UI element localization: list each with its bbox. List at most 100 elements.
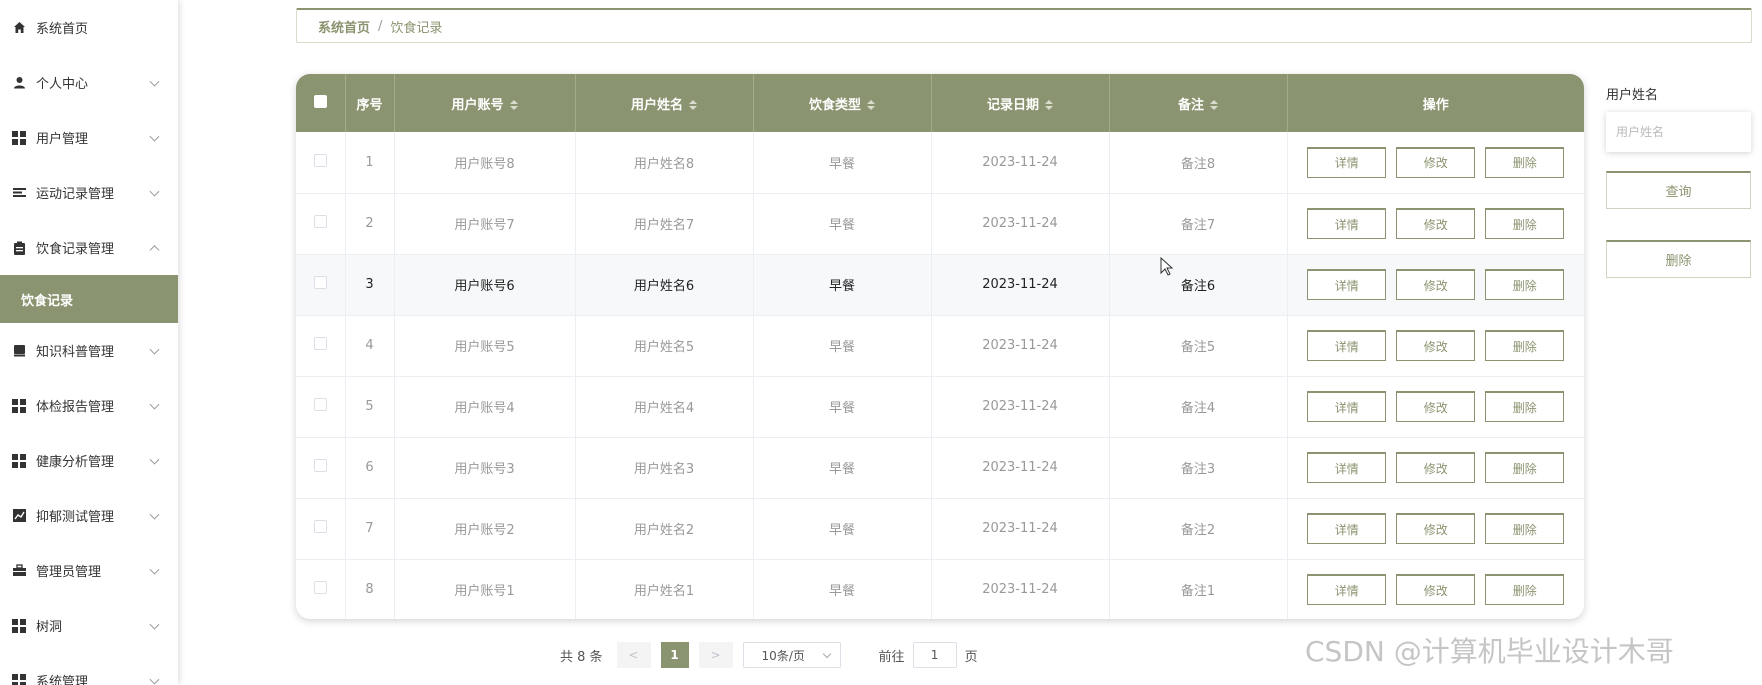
row-checkbox-cell[interactable]	[296, 193, 346, 254]
row-checkbox[interactable]	[313, 459, 327, 472]
row-checkbox-cell[interactable]	[296, 132, 346, 193]
sidebar-item-treehole[interactable]: 树洞	[0, 598, 178, 653]
edit-button[interactable]: 修改	[1396, 208, 1476, 239]
query-button[interactable]: 查询	[1606, 171, 1751, 209]
header-note[interactable]: 备注	[1109, 74, 1288, 132]
prev-page-button[interactable]: <	[616, 642, 651, 668]
detail-button[interactable]: 详情	[1307, 330, 1387, 361]
edit-button[interactable]: 修改	[1396, 269, 1476, 300]
row-checkbox[interactable]	[313, 581, 327, 594]
sort-icon[interactable]	[1210, 100, 1218, 110]
detail-button[interactable]: 详情	[1307, 391, 1387, 422]
row-checkbox[interactable]	[313, 215, 327, 228]
row-checkbox[interactable]	[313, 337, 327, 350]
sort-icon[interactable]	[689, 100, 697, 110]
edit-button[interactable]: 修改	[1396, 452, 1476, 483]
cell-date: 2023-11-24	[931, 498, 1110, 559]
cell-note: 备注8	[1109, 132, 1288, 193]
sort-icon[interactable]	[509, 100, 518, 110]
detail-button[interactable]: 详情	[1307, 146, 1387, 178]
delete-button[interactable]: 删除	[1485, 330, 1565, 361]
row-checkbox-cell[interactable]	[296, 315, 346, 376]
sidebar-item-users[interactable]: 用户管理	[0, 110, 178, 165]
edit-button[interactable]: 修改	[1396, 574, 1476, 605]
cell-account: 用户账号7	[394, 193, 576, 254]
row-checkbox[interactable]	[313, 276, 327, 289]
detail-button[interactable]: 详情	[1307, 269, 1387, 300]
chevron-down-icon	[822, 649, 831, 659]
cell-account: 用户账号4	[394, 376, 576, 437]
row-checkbox-cell[interactable]	[296, 559, 346, 619]
delete-button[interactable]: 删除	[1485, 146, 1565, 178]
sidebar-item-label: 抑郁测试管理	[36, 510, 115, 525]
page-number-button[interactable]: 1	[660, 642, 689, 668]
sidebar-item-admins[interactable]: 管理员管理	[0, 543, 178, 598]
batch-delete-button[interactable]: 删除	[1606, 240, 1751, 278]
row-checkbox-cell[interactable]	[296, 254, 346, 315]
header-name[interactable]: 用户姓名	[575, 74, 754, 132]
detail-button[interactable]: 详情	[1307, 513, 1387, 544]
grid-icon	[12, 398, 26, 413]
row-checkbox-cell[interactable]	[296, 376, 346, 437]
sidebar-subitem-diet-records[interactable]: 饮食记录	[0, 275, 178, 323]
chevron-down-icon	[149, 509, 160, 520]
sidebar-item-knowledge[interactable]: 知识科普管理	[0, 323, 178, 378]
header-select-all[interactable]	[296, 74, 346, 132]
delete-button[interactable]: 删除	[1485, 574, 1565, 605]
delete-button[interactable]: 删除	[1485, 269, 1565, 300]
row-checkbox[interactable]	[313, 153, 327, 167]
detail-button[interactable]: 详情	[1307, 208, 1387, 239]
delete-button[interactable]: 删除	[1485, 513, 1565, 544]
sort-icon[interactable]	[1045, 100, 1053, 110]
table-row: 7 用户账号2 用户姓名2 早餐 2023-11-24 备注2 详情 修改 删除	[296, 498, 1584, 559]
select-all-checkbox[interactable]	[313, 94, 327, 108]
delete-button[interactable]: 删除	[1485, 452, 1565, 483]
cell-index: 1	[345, 132, 395, 193]
cell-actions: 详情 修改 删除	[1287, 193, 1584, 254]
sort-icon[interactable]	[867, 100, 875, 110]
cell-date: 2023-11-24	[931, 132, 1110, 193]
search-name-input[interactable]	[1606, 112, 1751, 152]
sidebar-item-depression[interactable]: 抑郁测试管理	[0, 488, 178, 543]
sidebar-item-analysis[interactable]: 健康分析管理	[0, 433, 178, 488]
cell-index: 5	[345, 376, 395, 437]
cell-index: 8	[345, 559, 395, 619]
goto-label: 前往	[878, 649, 905, 665]
row-checkbox-cell[interactable]	[296, 437, 346, 498]
breadcrumb: 系统首页 / 饮食记录	[296, 8, 1752, 43]
cell-actions: 详情 修改 删除	[1287, 376, 1584, 437]
detail-button[interactable]: 详情	[1307, 452, 1387, 483]
sidebar-item-checkup[interactable]: 体检报告管理	[0, 378, 178, 433]
row-checkbox[interactable]	[313, 520, 327, 533]
delete-button[interactable]: 删除	[1485, 208, 1565, 239]
edit-button[interactable]: 修改	[1396, 330, 1476, 361]
sidebar-item-diet[interactable]: 饮食记录管理	[0, 220, 178, 275]
data-table: 序号 用户账号 用户姓名 饮食类型 记录日期 备注 操作 1 用户账号8 用户姓名8…	[296, 74, 1584, 619]
header-diet-type[interactable]: 饮食类型	[753, 74, 932, 132]
row-checkbox-cell[interactable]	[296, 498, 346, 559]
cell-note: 备注7	[1109, 193, 1288, 254]
row-checkbox[interactable]	[313, 398, 327, 411]
next-page-button[interactable]: >	[698, 642, 733, 668]
sidebar-item-system[interactable]: 系统管理	[0, 653, 178, 685]
header-account[interactable]: 用户账号	[394, 74, 576, 132]
delete-button[interactable]: 删除	[1485, 391, 1565, 422]
breadcrumb-home[interactable]: 系统首页	[318, 17, 370, 36]
sidebar-item-exercise[interactable]: 运动记录管理	[0, 165, 178, 220]
detail-button[interactable]: 详情	[1307, 574, 1387, 605]
page-size-select[interactable]: 10条/页	[742, 642, 841, 668]
edit-button[interactable]: 修改	[1396, 391, 1476, 422]
table-row: 3 用户账号6 用户姓名6 早餐 2023-11-24 备注6 详情 修改 删除	[296, 254, 1584, 315]
cell-note: 备注5	[1109, 315, 1288, 376]
table-row: 6 用户账号3 用户姓名3 早餐 2023-11-24 备注3 详情 修改 删除	[296, 437, 1584, 498]
goto-page-input[interactable]: 1	[912, 642, 957, 668]
table-row: 8 用户账号1 用户姓名1 早餐 2023-11-24 备注1 详情 修改 删除	[296, 559, 1584, 619]
table-row: 2 用户账号7 用户姓名7 早餐 2023-11-24 备注7 详情 修改 删除	[296, 193, 1584, 254]
edit-button[interactable]: 修改	[1396, 146, 1476, 178]
sidebar-item-home[interactable]: 系统首页	[0, 0, 178, 55]
edit-button[interactable]: 修改	[1396, 513, 1476, 544]
grid-icon	[12, 618, 26, 633]
sidebar-item-profile[interactable]: 个人中心	[0, 55, 178, 110]
header-date[interactable]: 记录日期	[931, 74, 1110, 132]
sidebar: 系统首页 个人中心 用户管理 运动记录管理 饮食记录管理 饮食记录 知识科普管理	[0, 0, 178, 685]
